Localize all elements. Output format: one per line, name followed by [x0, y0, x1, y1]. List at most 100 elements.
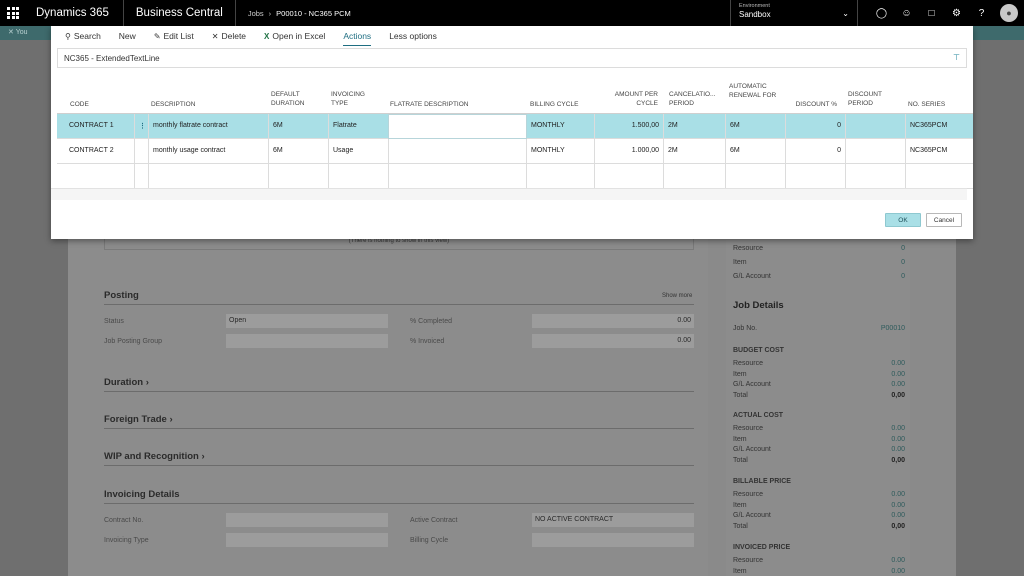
cell-amount[interactable]: 1.000,00	[595, 139, 664, 164]
factbox-item-value[interactable]: 0.00	[891, 512, 905, 519]
factbox-item-value[interactable]: 0.00	[891, 436, 905, 443]
factbox-item-value[interactable]: 0.00	[891, 491, 905, 498]
col-discount-period[interactable]: DISCOUNT PERIOD	[848, 90, 898, 108]
factbox-item-value[interactable]: 0,00	[891, 457, 905, 464]
factbox-item-value[interactable]: 0.00	[891, 381, 905, 388]
factbox-item-value[interactable]: 0	[901, 245, 905, 252]
cell-billing-cycle[interactable]: MONTHLY	[527, 114, 595, 139]
status-field[interactable]: Open	[226, 314, 388, 328]
cell-empty[interactable]	[906, 164, 966, 189]
cell-duration[interactable]: 6M	[269, 114, 329, 139]
close-icon[interactable]: ✕	[8, 29, 14, 36]
cell-renewal[interactable]: 6M	[726, 114, 786, 139]
new-button[interactable]: New	[119, 26, 136, 46]
cell-invoicing-type[interactable]: Usage	[329, 139, 389, 164]
col-description[interactable]: DESCRIPTION	[151, 100, 195, 109]
cell-code[interactable]: CONTRACT 1	[65, 114, 135, 139]
delete-button[interactable]: ✕ Delete	[212, 26, 246, 46]
cell-cancel-period[interactable]: 2M	[664, 114, 726, 139]
smiley-icon[interactable]: ☺	[894, 0, 919, 26]
col-flatrate-description[interactable]: FLATRATE DESCRIPTION	[390, 100, 469, 109]
cell-discount-period[interactable]	[846, 139, 906, 164]
cell-description[interactable]: monthly flatrate contract	[149, 114, 269, 139]
col-billing-cycle[interactable]: BILLING CYCLE	[530, 100, 578, 109]
duration-section-title[interactable]: Duration ›	[104, 377, 149, 388]
col-code[interactable]: CODE	[70, 100, 89, 109]
breadcrumb-jobs[interactable]: Jobs	[248, 9, 264, 18]
foreign-trade-section-title[interactable]: Foreign Trade ›	[104, 414, 173, 425]
cell-billing-cycle[interactable]: MONTHLY	[527, 139, 595, 164]
cell-discount[interactable]: 0	[786, 139, 846, 164]
cell-empty[interactable]	[65, 164, 135, 189]
factbox-item-value[interactable]: 0.00	[891, 568, 905, 575]
help-icon[interactable]: ?	[969, 0, 994, 26]
completed-field[interactable]: 0.00	[532, 314, 694, 328]
cell-duration[interactable]: 6M	[269, 139, 329, 164]
factbox-item-value[interactable]: 0.00	[891, 502, 905, 509]
cell-discount-period[interactable]	[846, 114, 906, 139]
search-button[interactable]: ⚲ Search	[65, 26, 101, 46]
cell-empty[interactable]	[846, 164, 906, 189]
edit-list-button[interactable]: ✎ Edit List	[154, 26, 194, 46]
col-no-series[interactable]: NO. SERIES	[908, 100, 945, 109]
cell-amount[interactable]: 1.500,00	[595, 114, 664, 139]
cell-discount[interactable]: 0	[786, 114, 846, 139]
cell-flatrate-description[interactable]	[388, 139, 527, 164]
factbox-item-value[interactable]: 0	[901, 259, 905, 266]
col-discount-pct[interactable]: DISCOUNT %	[793, 100, 837, 109]
factbox-item-value[interactable]: 0.00	[891, 360, 905, 367]
factbox-item-value[interactable]: 0.00	[891, 557, 905, 564]
invoiced-field[interactable]: 0.00	[532, 334, 694, 348]
cell-empty[interactable]	[269, 164, 329, 189]
posting-section-title[interactable]: Posting	[104, 290, 139, 301]
cell-renewal[interactable]: 6M	[726, 139, 786, 164]
cell-description[interactable]: monthly usage contract	[149, 139, 269, 164]
job-no-value[interactable]: P00010	[881, 325, 905, 332]
col-default-duration[interactable]: DEFAULT DURATION	[271, 90, 319, 108]
cell-code[interactable]: CONTRACT 2	[65, 139, 135, 164]
invoicing-section-title[interactable]: Invoicing Details	[104, 489, 180, 500]
row-menu-cell[interactable]	[135, 139, 149, 164]
open-in-excel-button[interactable]: X Open in Excel	[264, 26, 325, 46]
col-cancelation-period[interactable]: CANCELATIO... PERIOD	[669, 90, 725, 108]
app-launcher-icon[interactable]	[0, 0, 26, 26]
table-row[interactable]: CONTRACT 2 monthly usage contract 6M Usa…	[57, 139, 973, 164]
cell-empty[interactable]	[664, 164, 726, 189]
col-automatic-renewal[interactable]: AUTOMATIC RENEWAL FOR	[729, 82, 779, 100]
factbox-item-value[interactable]: 0.00	[891, 371, 905, 378]
col-amount-per-cycle[interactable]: AMOUNT PER CYCLE	[606, 90, 658, 108]
table-row[interactable]: CONTRACT 1 ⋮ monthly flatrate contract 6…	[57, 114, 973, 139]
cell-empty[interactable]	[786, 164, 846, 189]
factbox-item-value[interactable]: 0	[901, 273, 905, 280]
cell-no-series[interactable]: NC365PCM	[906, 139, 966, 164]
cell-empty[interactable]	[135, 164, 149, 189]
cell-empty[interactable]	[329, 164, 389, 189]
cell-empty[interactable]	[726, 164, 786, 189]
lightbulb-icon[interactable]: ◯	[869, 0, 894, 26]
environment-selector[interactable]: Environment Sandbox ⌄	[730, 0, 858, 26]
cancel-button[interactable]: Cancel	[926, 213, 962, 227]
cell-no-series[interactable]: NC365PCM	[906, 114, 966, 139]
factbox-item-value[interactable]: 0,00	[891, 523, 905, 530]
brand-title[interactable]: Dynamics 365	[26, 0, 124, 26]
gear-icon[interactable]: ⚙	[944, 0, 969, 26]
avatar[interactable]: ●	[1000, 4, 1018, 22]
row-menu-icon[interactable]: ⋮	[135, 114, 149, 139]
factbox-item-value[interactable]: 0,00	[891, 392, 905, 399]
contract-no-field[interactable]	[226, 513, 388, 527]
invoicing-type-field[interactable]	[226, 533, 388, 547]
notifications-icon[interactable]: □	[919, 0, 944, 26]
col-invoicing-type[interactable]: INVOICING TYPE	[331, 90, 379, 108]
cell-empty[interactable]	[149, 164, 269, 189]
factbox-item-value[interactable]: 0.00	[891, 446, 905, 453]
less-options-button[interactable]: Less options	[389, 26, 437, 46]
posting-group-field[interactable]	[226, 334, 388, 348]
active-contract-field[interactable]: NO ACTIVE CONTRACT	[532, 513, 694, 527]
ok-button[interactable]: OK	[885, 213, 921, 227]
app-title[interactable]: Business Central	[124, 0, 236, 26]
show-more-link[interactable]: Show more	[662, 293, 692, 299]
cell-empty[interactable]	[595, 164, 664, 189]
cell-empty[interactable]	[527, 164, 595, 189]
factbox-item-value[interactable]: 0.00	[891, 425, 905, 432]
pin-icon[interactable]: ⊤	[953, 53, 960, 62]
